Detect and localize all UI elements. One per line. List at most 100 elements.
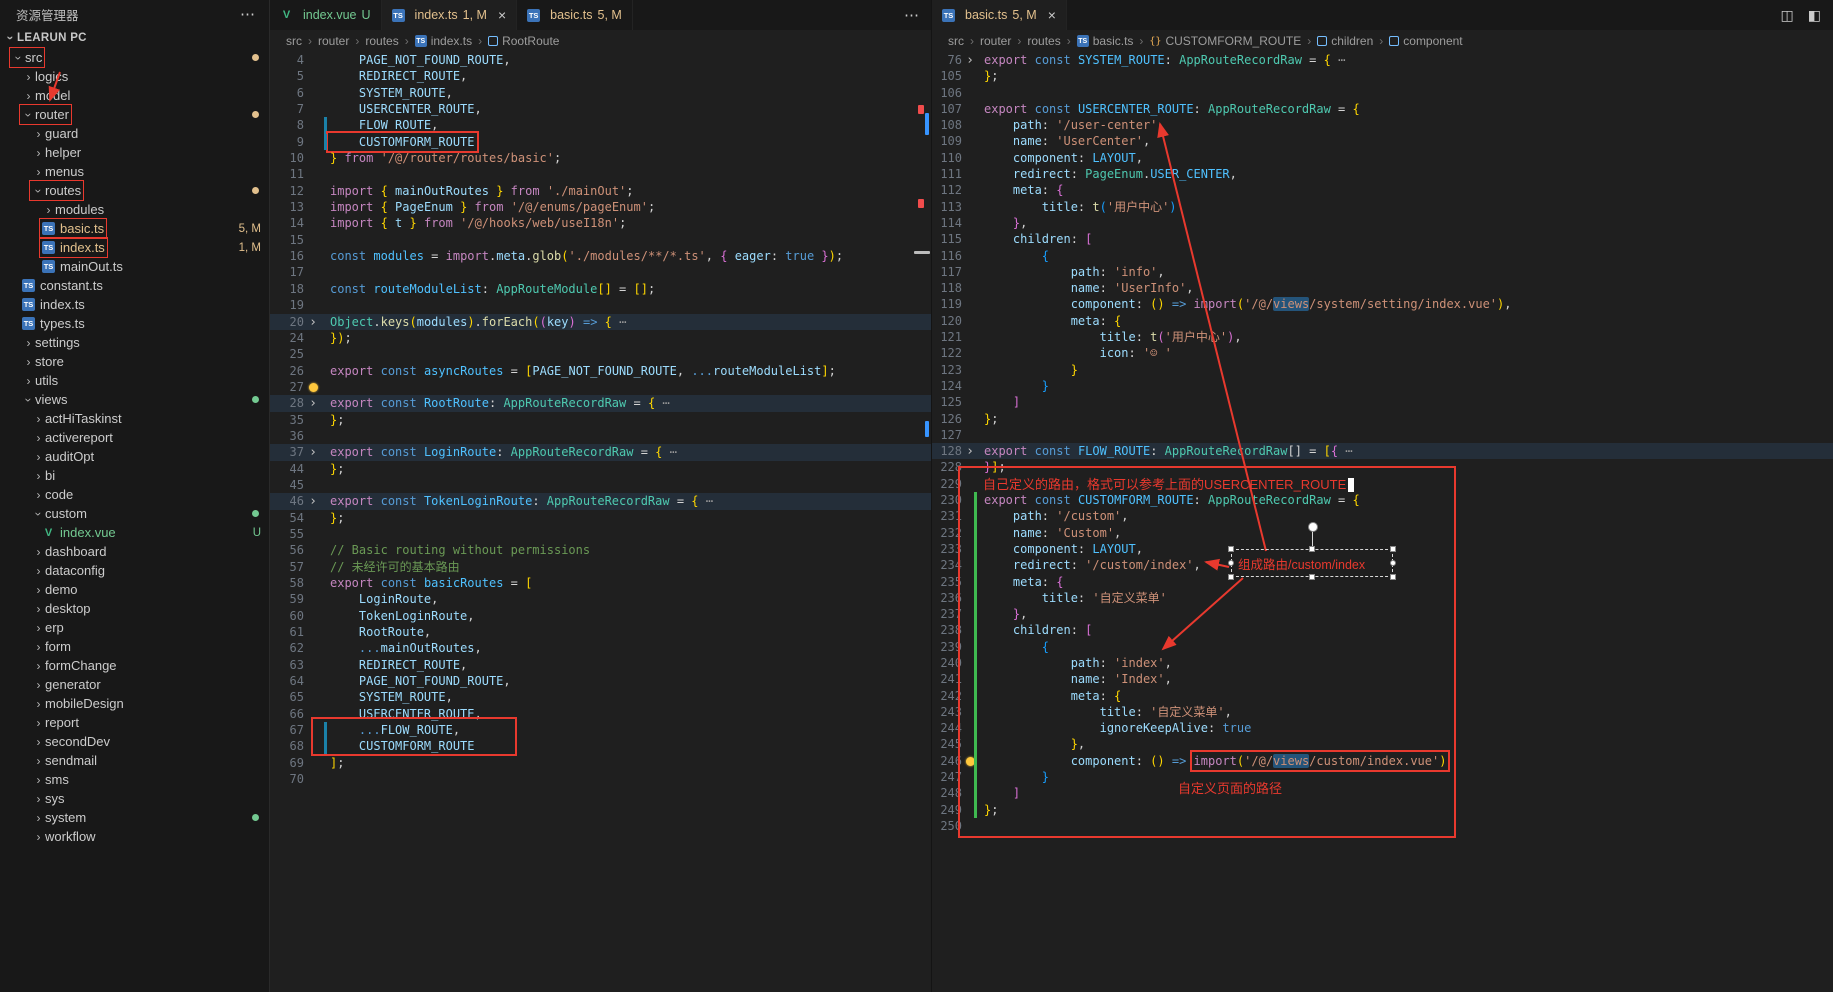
tree-item-code[interactable]: ›code (0, 485, 269, 504)
code-line-35[interactable]: 35}; (270, 412, 931, 428)
editor-actions-icon[interactable]: ⋯ (904, 6, 919, 24)
tree-item-system[interactable]: ›system (0, 808, 269, 827)
code-line-58[interactable]: 58export const basicRoutes = [ (270, 575, 931, 591)
code-line-246[interactable]: 246 component: () => import('/@/views/cu… (932, 753, 1833, 769)
code-line-12[interactable]: 12import { mainOutRoutes } from './mainO… (270, 183, 931, 199)
code-line-59[interactable]: 59 LoginRoute, (270, 591, 931, 607)
code-line-120[interactable]: 120 meta: { (932, 313, 1833, 329)
tree-item-mainOut.ts[interactable]: TSmainOut.ts (0, 257, 269, 276)
close-icon[interactable]: × (1048, 8, 1056, 22)
resize-handle[interactable] (1228, 546, 1234, 552)
code-line-46[interactable]: 46›export const TokenLoginRoute: AppRout… (270, 493, 931, 509)
fold-chevron-icon[interactable]: › (309, 396, 317, 411)
code-line-6[interactable]: 6 SYSTEM_ROUTE, (270, 85, 931, 101)
resize-handle[interactable] (1228, 560, 1234, 566)
tree-item-bi[interactable]: ›bi (0, 466, 269, 485)
tree-item-views[interactable]: ›views (0, 390, 269, 409)
code-line-25[interactable]: 25 (270, 346, 931, 362)
code-line-36[interactable]: 36 (270, 428, 931, 444)
resize-handle[interactable] (1228, 574, 1234, 580)
breadcrumb-item-src[interactable]: src (286, 34, 302, 48)
code-line-60[interactable]: 60 TokenLoginRoute, (270, 608, 931, 624)
code-line-68[interactable]: 68 CUSTOMFORM_ROUTE (270, 738, 931, 754)
resize-handle[interactable] (1390, 574, 1396, 580)
breadcrumb-item-RootRoute[interactable]: RootRoute (488, 34, 559, 48)
code-line-118[interactable]: 118 name: 'UserInfo', (932, 280, 1833, 296)
breadcrumb-item-router[interactable]: router (318, 34, 349, 48)
breadcrumb-item-component[interactable]: component (1389, 34, 1462, 48)
tree-item-types.ts[interactable]: TStypes.ts (0, 314, 269, 333)
fold-chevron-icon[interactable]: › (309, 494, 317, 509)
tree-item-generator[interactable]: ›generator (0, 675, 269, 694)
tree-item-secondDev[interactable]: ›secondDev (0, 732, 269, 751)
code-line-37[interactable]: 37›export const LoginRoute: AppRouteReco… (270, 444, 931, 460)
breadcrumb-item-routes[interactable]: routes (365, 34, 398, 48)
tree-item-routes[interactable]: ›routes (0, 181, 269, 200)
breadcrumb-item-index.ts[interactable]: TSindex.ts (415, 34, 472, 48)
tab-index.vue[interactable]: Vindex.vueU (270, 0, 382, 30)
tree-item-dataconfig[interactable]: ›dataconfig (0, 561, 269, 580)
code-line-66[interactable]: 66 USERCENTER_ROUTE, (270, 706, 931, 722)
code-line-229[interactable]: 229 (932, 476, 1833, 492)
code-line-127[interactable]: 127 (932, 427, 1833, 443)
code-line-20[interactable]: 20›Object.keys(modules).forEach((key) =>… (270, 314, 931, 330)
code-line-112[interactable]: 112 meta: { (932, 182, 1833, 198)
breadcrumb-item-src[interactable]: src (948, 34, 964, 48)
code-line-109[interactable]: 109 name: 'UserCenter', (932, 133, 1833, 149)
code-line-55[interactable]: 55 (270, 526, 931, 542)
code-line-19[interactable]: 19 (270, 297, 931, 313)
code-line-10[interactable]: 10} from '/@/router/routes/basic'; (270, 150, 931, 166)
tree-root-learun-pc[interactable]: › LEARUN PC (0, 28, 269, 48)
code-line-105[interactable]: 105}; (932, 68, 1833, 84)
tree-item-router[interactable]: ›router (0, 105, 269, 124)
code-line-117[interactable]: 117 path: 'info', (932, 264, 1833, 280)
resize-handle[interactable] (1309, 546, 1315, 552)
tree-item-erp[interactable]: ›erp (0, 618, 269, 637)
tab-index.ts[interactable]: TSindex.ts1, M× (382, 0, 518, 30)
tree-item-index.ts[interactable]: TSindex.ts1, M (0, 238, 269, 257)
breadcrumb-item-basic.ts[interactable]: TSbasic.ts (1077, 34, 1134, 48)
code-line-16[interactable]: 16const modules = import.meta.glob('./mo… (270, 248, 931, 264)
code-line-238[interactable]: 238 children: [ (932, 622, 1833, 638)
code-line-111[interactable]: 111 redirect: PageEnum.USER_CENTER, (932, 166, 1833, 182)
code-line-113[interactable]: 113 title: t('用户中心') (932, 199, 1833, 215)
code-line-24[interactable]: 24}); (270, 330, 931, 346)
resize-handle[interactable] (1390, 560, 1396, 566)
code-line-125[interactable]: 125 ] (932, 394, 1833, 410)
code-line-69[interactable]: 69]; (270, 755, 931, 771)
code-line-107[interactable]: 107export const USERCENTER_ROUTE: AppRou… (932, 101, 1833, 117)
code-line-7[interactable]: 7 USERCENTER_ROUTE, (270, 101, 931, 117)
code-line-239[interactable]: 239 { (932, 639, 1833, 655)
code-line-230[interactable]: 230export const CUSTOMFORM_ROUTE: AppRou… (932, 492, 1833, 508)
annotation-textbox-route[interactable]: 组成路由/custom/index (1231, 549, 1393, 577)
code-line-119[interactable]: 119 component: () => import('/@/views/sy… (932, 296, 1833, 312)
tree-item-formChange[interactable]: ›formChange (0, 656, 269, 675)
code-line-70[interactable]: 70 (270, 771, 931, 787)
code-line-128[interactable]: 128›export const FLOW_ROUTE: AppRouteRec… (932, 443, 1833, 459)
tree-item-workflow[interactable]: ›workflow (0, 827, 269, 846)
tree-item-settings[interactable]: ›settings (0, 333, 269, 352)
tree-item-activereport[interactable]: ›activereport (0, 428, 269, 447)
resize-handle[interactable] (1309, 574, 1315, 580)
code-line-240[interactable]: 240 path: 'index', (932, 655, 1833, 671)
code-line-26[interactable]: 26export const asyncRoutes = [PAGE_NOT_F… (270, 363, 931, 379)
code-line-121[interactable]: 121 title: t('用户中心'), (932, 329, 1833, 345)
code-line-8[interactable]: 8 FLOW_ROUTE, (270, 117, 931, 133)
code-line-243[interactable]: 243 title: '自定义菜单', (932, 704, 1833, 720)
code-line-116[interactable]: 116 { (932, 248, 1833, 264)
code-line-5[interactable]: 5 REDIRECT_ROUTE, (270, 68, 931, 84)
code-line-56[interactable]: 56// Basic routing without permissions (270, 542, 931, 558)
code-line-17[interactable]: 17 (270, 264, 931, 280)
code-line-110[interactable]: 110 component: LAYOUT, (932, 150, 1833, 166)
code-line-108[interactable]: 108 path: '/user-center', (932, 117, 1833, 133)
tree-item-sys[interactable]: ›sys (0, 789, 269, 808)
code-line-250[interactable]: 250 (932, 818, 1833, 834)
tree-item-logics[interactable]: ›logics (0, 67, 269, 86)
breadcrumb-item-router[interactable]: router (980, 34, 1011, 48)
code-line-122[interactable]: 122 icon: '☺ ' (932, 345, 1833, 361)
tree-item-demo[interactable]: ›demo (0, 580, 269, 599)
tree-item-src[interactable]: ›src (0, 48, 269, 67)
code-line-76[interactable]: 76›export const SYSTEM_ROUTE: AppRouteRe… (932, 52, 1833, 68)
lightbulb-icon[interactable] (309, 383, 318, 392)
breadcrumb-item-children[interactable]: children (1317, 34, 1373, 48)
